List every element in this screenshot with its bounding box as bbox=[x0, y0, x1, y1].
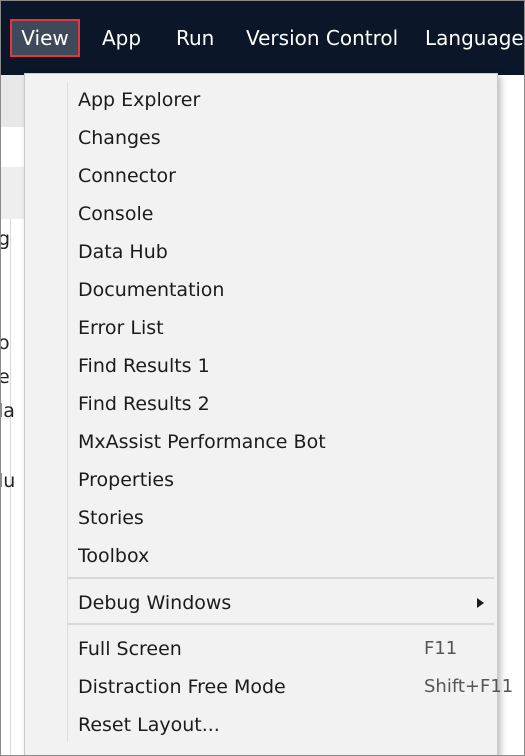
menu-item-find-results-1[interactable]: Find Results 1 bbox=[78, 348, 488, 384]
menu-app[interactable]: App bbox=[102, 19, 141, 57]
menu-language[interactable]: Language bbox=[425, 19, 524, 57]
menu-item-toolbox[interactable]: Toolbox bbox=[78, 538, 488, 574]
menu-view[interactable]: View bbox=[10, 19, 80, 57]
submenu-arrow-icon bbox=[477, 598, 484, 608]
menu-item-label: Distraction Free Mode bbox=[78, 676, 286, 698]
menu-item-console[interactable]: Console bbox=[78, 196, 488, 232]
background-text: la bbox=[1, 400, 15, 422]
background-text: lu bbox=[1, 470, 16, 492]
menu-version-control[interactable]: Version Control bbox=[246, 19, 398, 57]
menu-item-find-results-2[interactable]: Find Results 2 bbox=[78, 386, 488, 422]
menu-item-distraction-free-mode[interactable]: Distraction Free Mode Shift+F11 bbox=[78, 669, 513, 705]
menu-item-label: Full Screen bbox=[78, 638, 182, 660]
menu-item-debug-windows[interactable]: Debug Windows bbox=[78, 585, 488, 621]
background-text: o bbox=[1, 333, 10, 353]
menu-item-full-screen[interactable]: Full Screen F11 bbox=[78, 631, 488, 667]
menu-item-stories[interactable]: Stories bbox=[78, 500, 488, 536]
menu-item-reset-layout[interactable]: Reset Layout... bbox=[78, 707, 488, 743]
menu-item-app-explorer[interactable]: App Explorer bbox=[78, 82, 488, 118]
background-text: g bbox=[1, 229, 10, 249]
menu-separator bbox=[68, 577, 494, 579]
menu-item-shortcut: F11 bbox=[424, 638, 458, 659]
menu-run[interactable]: Run bbox=[176, 19, 214, 57]
menu-item-properties[interactable]: Properties bbox=[78, 462, 488, 498]
menu-item-documentation[interactable]: Documentation bbox=[78, 272, 488, 308]
menu-item-mxassist-performance-bot[interactable]: MxAssist Performance Bot bbox=[78, 424, 488, 460]
menu-item-data-hub[interactable]: Data Hub bbox=[78, 234, 488, 270]
view-menu-dropdown: App Explorer Changes Connector Console D… bbox=[24, 73, 513, 755]
background-text: e bbox=[1, 367, 10, 387]
menu-item-changes[interactable]: Changes bbox=[78, 120, 488, 156]
menu-item-error-list[interactable]: Error List bbox=[78, 310, 488, 346]
menu-item-label: Debug Windows bbox=[78, 592, 232, 614]
menu-separator bbox=[68, 623, 494, 625]
menu-gutter bbox=[67, 82, 68, 742]
menu-item-connector[interactable]: Connector bbox=[78, 158, 488, 194]
app-window: View App Run Version Control Language g … bbox=[0, 0, 525, 756]
menu-item-shortcut: Shift+F11 bbox=[424, 676, 514, 697]
menu-bar: View App Run Version Control Language bbox=[1, 1, 524, 75]
